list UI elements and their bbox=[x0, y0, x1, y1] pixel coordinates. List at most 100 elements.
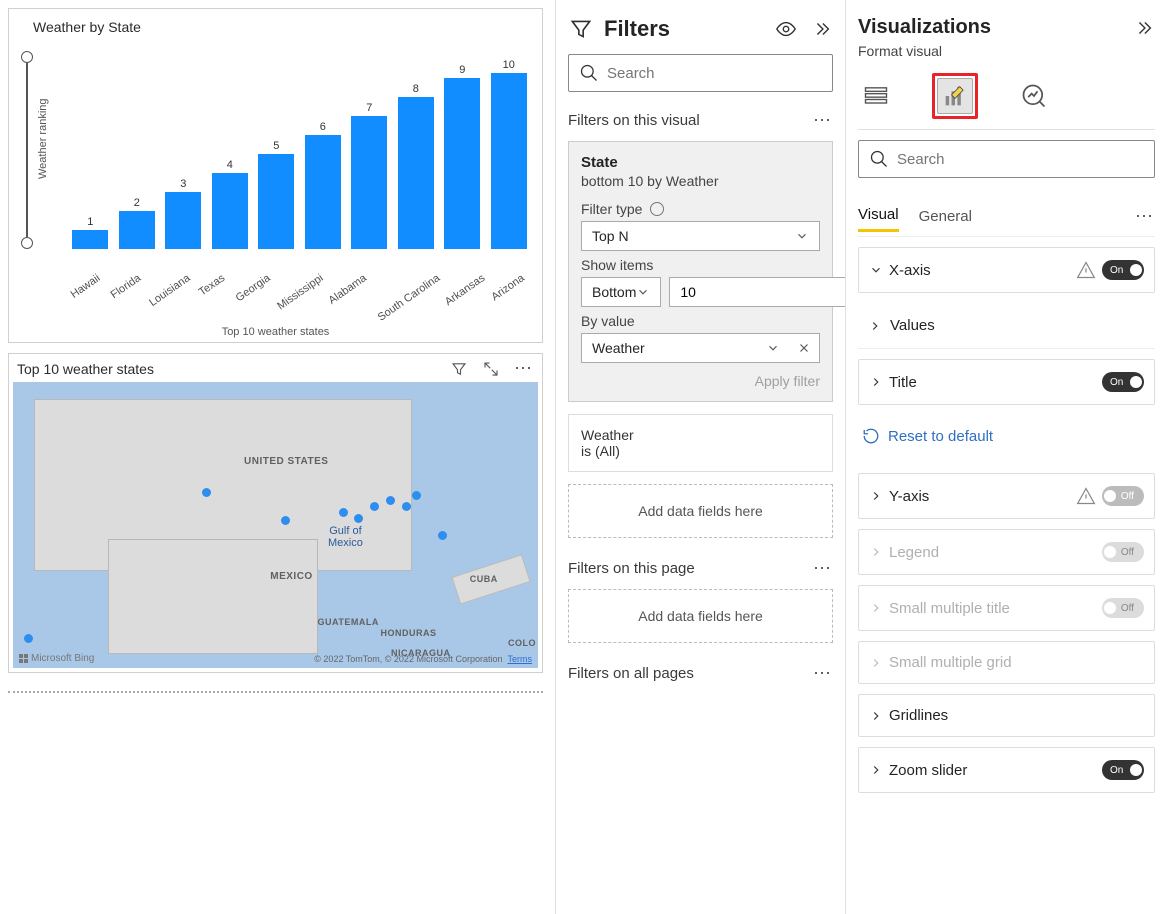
show-items-label: Show items bbox=[581, 257, 820, 273]
weather-filter-card[interactable]: Weather is (All) bbox=[568, 414, 833, 472]
filter-type-select[interactable]: Top N bbox=[581, 221, 820, 251]
show-items-count-input[interactable] bbox=[669, 277, 845, 307]
zoom-slider-row[interactable]: Zoom slider On bbox=[858, 747, 1155, 793]
x-axis-label: Top 10 weather states bbox=[9, 326, 542, 338]
collapse-icon[interactable] bbox=[811, 18, 833, 40]
bar-label: 8 bbox=[413, 83, 419, 95]
x-tick: Hawaii bbox=[69, 272, 103, 301]
selection-handle-top[interactable] bbox=[21, 51, 33, 63]
x-tick: Alabama bbox=[327, 272, 369, 307]
analytics-icon[interactable] bbox=[1016, 78, 1052, 114]
bing-logo: Microsoft Bing bbox=[19, 653, 94, 664]
filter-type-label: Filter type bbox=[581, 201, 642, 217]
bar[interactable]: 7 bbox=[348, 59, 391, 249]
map-point[interactable] bbox=[402, 502, 411, 511]
selection-handle-line bbox=[26, 63, 28, 237]
chevron-down-icon bbox=[636, 285, 650, 299]
tab-visual[interactable]: Visual bbox=[858, 200, 899, 232]
more-options-icon[interactable]: ⋯ bbox=[813, 663, 833, 684]
by-value-field[interactable]: Weather bbox=[581, 333, 820, 363]
chevron-down-icon[interactable] bbox=[757, 335, 788, 361]
label-gulf: Gulf of Mexico bbox=[328, 525, 363, 549]
reset-icon bbox=[862, 427, 880, 445]
chevron-right-icon bbox=[869, 545, 883, 559]
bar[interactable]: 10 bbox=[488, 59, 531, 249]
warning-icon bbox=[1076, 486, 1096, 506]
bar-label: 6 bbox=[320, 121, 326, 133]
filter-icon[interactable] bbox=[450, 360, 468, 378]
bar-chart-visual[interactable]: Weather by State Weather ranking 1234567… bbox=[8, 8, 543, 343]
map-point[interactable] bbox=[339, 508, 348, 517]
tab-general[interactable]: General bbox=[919, 202, 972, 231]
map-body[interactable]: UNITED STATES MEXICO CUBA GUATEMALA HOND… bbox=[13, 382, 538, 668]
info-icon[interactable] bbox=[650, 202, 664, 216]
bar[interactable]: 5 bbox=[255, 59, 298, 249]
bar-label: 7 bbox=[366, 102, 372, 114]
bar[interactable]: 4 bbox=[209, 59, 252, 249]
filters-search-input[interactable] bbox=[607, 65, 822, 82]
format-visual-icon[interactable] bbox=[937, 78, 973, 114]
build-visual-icon[interactable] bbox=[858, 78, 894, 114]
clear-icon[interactable] bbox=[788, 335, 819, 361]
yaxis-toggle[interactable]: Off bbox=[1102, 486, 1144, 506]
state-filter-card[interactable]: State bottom 10 by Weather Filter type T… bbox=[568, 141, 833, 402]
more-options-icon[interactable]: ⋯ bbox=[813, 110, 833, 131]
terms-link[interactable]: Terms bbox=[508, 654, 533, 664]
apply-filter-button[interactable]: Apply filter bbox=[581, 373, 820, 389]
add-data-fields-drop[interactable]: Add data fields here bbox=[568, 484, 833, 538]
reset-to-default[interactable]: Reset to default bbox=[858, 415, 1155, 463]
format-visual-label: Format visual bbox=[858, 43, 1155, 59]
collapse-icon[interactable] bbox=[1133, 17, 1155, 39]
filters-header: Filters bbox=[604, 16, 765, 42]
zoom-toggle[interactable]: On bbox=[1102, 760, 1144, 780]
xaxis-row[interactable]: X-axis On bbox=[858, 247, 1155, 293]
x-tick: Louisiana bbox=[148, 272, 193, 309]
format-search-input[interactable] bbox=[897, 151, 1144, 168]
filter-field-name: State bbox=[581, 154, 820, 171]
bar[interactable]: 6 bbox=[302, 59, 345, 249]
show-items-direction-select[interactable]: Bottom bbox=[581, 277, 661, 307]
chevron-right-icon bbox=[869, 763, 883, 777]
map-point[interactable] bbox=[24, 634, 33, 643]
label-mexico: MEXICO bbox=[270, 571, 312, 582]
chevron-down-icon bbox=[869, 263, 883, 277]
filters-search[interactable] bbox=[568, 54, 833, 92]
small-multiple-title-row: Small multiple title Off bbox=[858, 585, 1155, 631]
more-options-icon[interactable]: ⋯ bbox=[813, 558, 833, 579]
more-options-icon[interactable]: ⋯ bbox=[1135, 206, 1155, 227]
chevron-right-icon bbox=[869, 656, 883, 670]
label-cuba: CUBA bbox=[470, 574, 498, 584]
legend-toggle: Off bbox=[1102, 542, 1144, 562]
legend-row: Legend Off bbox=[858, 529, 1155, 575]
x-tick: Mississippi bbox=[275, 272, 325, 312]
bar[interactable]: 9 bbox=[441, 59, 484, 249]
more-options-icon[interactable]: ⋯ bbox=[514, 358, 534, 379]
bar-label: 1 bbox=[87, 216, 93, 228]
eye-icon[interactable] bbox=[775, 18, 797, 40]
values-row[interactable]: Values bbox=[858, 303, 1155, 349]
bar-label: 10 bbox=[503, 59, 515, 71]
bar[interactable]: 8 bbox=[395, 59, 438, 249]
map-visual[interactable]: Top 10 weather states ⋯ UNITED STATES ME… bbox=[8, 353, 543, 673]
bar[interactable]: 3 bbox=[162, 59, 205, 249]
map-point[interactable] bbox=[354, 514, 363, 523]
map-point[interactable] bbox=[438, 531, 447, 540]
gridlines-row[interactable]: Gridlines bbox=[858, 694, 1155, 737]
map-point[interactable] bbox=[412, 491, 421, 500]
format-search[interactable] bbox=[858, 140, 1155, 178]
xaxis-toggle[interactable]: On bbox=[1102, 260, 1144, 280]
by-value-label: By value bbox=[581, 313, 820, 329]
chart-title: Weather by State bbox=[33, 19, 532, 35]
x-tick: South Carolina bbox=[375, 272, 442, 324]
focus-mode-icon[interactable] bbox=[482, 360, 500, 378]
yaxis-row[interactable]: Y-axis Off bbox=[858, 473, 1155, 519]
title-toggle[interactable]: On bbox=[1102, 372, 1144, 392]
title-row[interactable]: Title On bbox=[858, 359, 1155, 405]
selection-handle-bottom[interactable] bbox=[21, 237, 33, 249]
bar[interactable]: 1 bbox=[69, 59, 112, 249]
map-point[interactable] bbox=[202, 488, 211, 497]
bar[interactable]: 2 bbox=[116, 59, 159, 249]
label-usa: UNITED STATES bbox=[244, 456, 328, 467]
add-data-fields-drop[interactable]: Add data fields here bbox=[568, 589, 833, 643]
x-tick: Arkansas bbox=[443, 272, 487, 308]
